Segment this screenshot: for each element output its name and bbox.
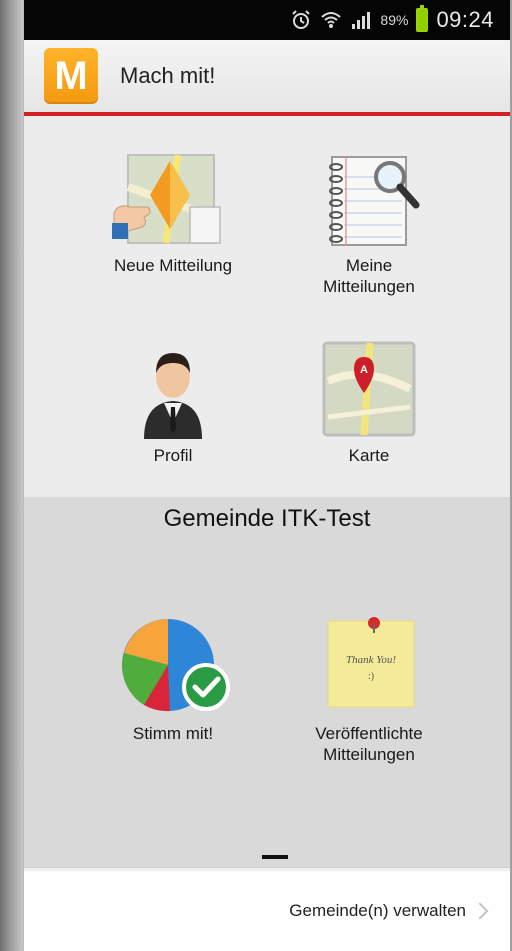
- menu-item-label: Veröffentlichte Mitteilungen: [315, 724, 423, 764]
- footer-bar: Gemeinde(n) verwalten: [24, 871, 510, 951]
- sticky-note-icon: Thank You! :): [327, 617, 415, 708]
- community-title: Gemeinde ITK-Test: [163, 505, 371, 532]
- menu-item-label: Neue Mitteilung: [113, 256, 233, 275]
- note-text: Thank You!: [346, 654, 396, 666]
- person-icon: [144, 353, 202, 439]
- page-indicator: [262, 855, 288, 859]
- note-subtext: :): [368, 671, 374, 682]
- menu-item-label: Karte: [348, 446, 390, 465]
- app-title: Mach mit!: [120, 63, 216, 88]
- app-logo[interactable]: M: [44, 48, 98, 104]
- battery-icon: [416, 5, 429, 32]
- app-bar: M Mach mit!: [24, 40, 510, 112]
- status-bar: 89% 09:24: [24, 0, 510, 40]
- signal-icon: [352, 12, 371, 29]
- menu-item-new-report[interactable]: Neue Mitteilung: [73, 147, 273, 276]
- chevron-right-icon: [471, 902, 489, 920]
- svg-text:A: A: [360, 364, 368, 376]
- wifi-icon: [321, 12, 342, 28]
- menu-item-label: Profil: [153, 446, 193, 465]
- manage-communities-button[interactable]: Gemeinde(n) verwalten: [289, 901, 489, 921]
- menu-item-published-reports[interactable]: Thank You! :) Veröffentlichte Mitteilung…: [269, 609, 469, 765]
- alarm-icon: [292, 10, 311, 29]
- menu-item-label: Meine Mitteilungen: [323, 256, 415, 296]
- new-report-map-icon: [112, 154, 221, 244]
- menu-item-my-reports[interactable]: Meine Mitteilungen: [269, 147, 469, 297]
- notebook-search-icon: [329, 156, 420, 246]
- map-pin-icon: A: [322, 341, 416, 437]
- community-section: Gemeinde ITK-Test Stimm mit! Thank You! …: [24, 497, 510, 867]
- pie-chart-check-icon: [122, 619, 230, 712]
- menu-item-profile[interactable]: Profil: [73, 337, 273, 466]
- manage-communities-label: Gemeinde(n) verwalten: [289, 901, 466, 920]
- menu-item-map[interactable]: A Karte: [269, 337, 469, 466]
- menu-item-vote[interactable]: Stimm mit!: [73, 609, 273, 744]
- phone-screen: 89% 09:24 M Mach mit! Neue Mitteilung Me…: [24, 0, 510, 951]
- main-menu: Neue Mitteilung Meine Mitteilungen Profi…: [24, 116, 510, 497]
- battery-percent: 89%: [380, 12, 409, 28]
- clock: 09:24: [436, 7, 494, 32]
- menu-item-label: Stimm mit!: [132, 724, 214, 743]
